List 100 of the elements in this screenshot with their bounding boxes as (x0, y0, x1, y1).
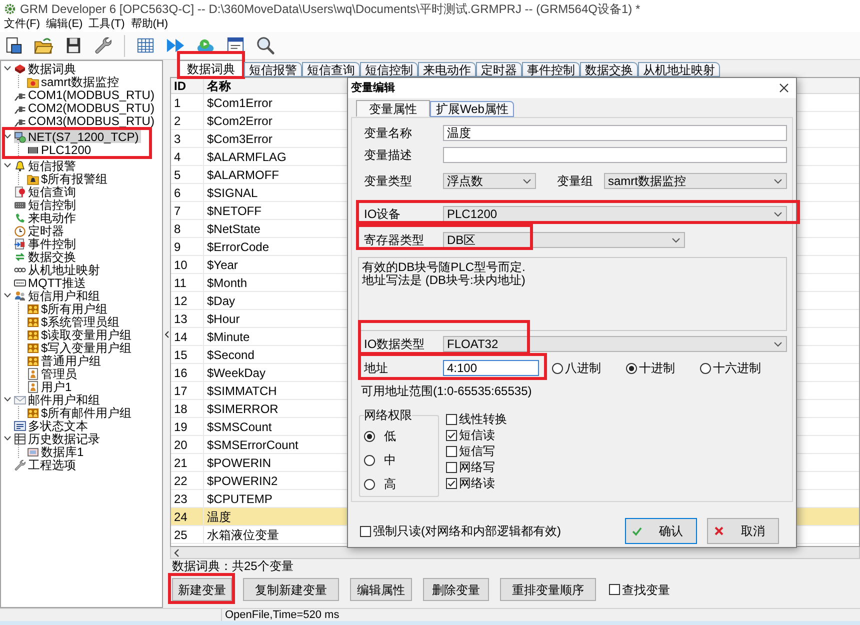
text-field[interactable]: 4:100 (443, 360, 539, 376)
tab[interactable]: 短信报警 (244, 62, 302, 77)
checkbox-option[interactable]: 查找变量 (609, 578, 670, 601)
menu-item[interactable]: 文件(F) (4, 19, 40, 30)
radio-option[interactable]: 八进制 (552, 362, 626, 374)
grid-icon[interactable] (136, 36, 155, 55)
tab[interactable]: 短信查询 (302, 62, 360, 77)
tab[interactable]: 事件控制 (522, 62, 580, 77)
tree-item[interactable]: 数据词典 (14, 62, 78, 75)
tree-item[interactable]: $所有邮件用户组 (27, 406, 134, 419)
tab[interactable]: 扩展Web属性 (430, 101, 514, 117)
tab[interactable]: 从机地址映射 (638, 62, 720, 77)
open-folder-icon[interactable] (34, 36, 53, 55)
chevron-left-icon[interactable] (174, 548, 179, 556)
tree-item[interactable]: 短信报警 (14, 159, 78, 172)
menu-item[interactable]: 工具(T) (88, 19, 125, 30)
column-header[interactable]: 名称 (204, 78, 344, 93)
dropdown[interactable]: 浮点数 (443, 173, 536, 189)
tree-item[interactable]: 来电动作 (14, 211, 78, 224)
horizontal-scrollbar[interactable] (170, 547, 860, 559)
table-cell-text: $SIGNAL (206, 184, 259, 201)
tree-item[interactable]: 用户1 (27, 380, 74, 393)
radio-option[interactable]: 十进制 (626, 362, 700, 374)
checkbox-option[interactable]: 线性转换 (446, 411, 507, 427)
search-icon[interactable] (256, 36, 275, 55)
tree-item[interactable]: 短信用户和组 (14, 289, 102, 302)
tree-item[interactable]: $系统管理员组 (27, 315, 122, 328)
checkbox-option[interactable]: 短信写 (446, 443, 495, 459)
tab[interactable]: 数据交换 (580, 62, 638, 77)
expand-caret-icon[interactable] (4, 66, 11, 71)
toolbar-button[interactable]: 编辑属性 (350, 578, 412, 601)
radio-option[interactable]: 低 (364, 428, 396, 444)
tab[interactable]: 变量属性 (356, 100, 430, 117)
new-file-icon[interactable] (4, 36, 23, 55)
dropdown[interactable]: samrt数据监控 (604, 173, 787, 189)
tree-item[interactable]: 事件控制 (14, 237, 78, 250)
dropdown[interactable]: FLOAT32 (443, 336, 787, 352)
tree-item[interactable]: 管理员 (27, 367, 79, 380)
table-cell-text: 温度 (206, 508, 232, 525)
radio-option[interactable]: 高 (364, 476, 396, 492)
tree-item[interactable]: MQTT推送 (14, 276, 88, 289)
table-cell-text: $WeekDay (206, 364, 266, 381)
tree-item[interactable]: COM3(MODBUS_RTU) (14, 114, 156, 127)
tree-item[interactable]: 历史数据记录 (14, 432, 102, 445)
checkbox-option[interactable]: 强制只读(对网络和内部逻辑都有效) (360, 525, 561, 537)
expand-caret-icon[interactable] (4, 134, 11, 139)
tree-item[interactable]: 短信查询 (14, 185, 78, 198)
dropdown[interactable]: DB区 (443, 232, 685, 248)
tree-item[interactable]: samrt数据监控 (27, 75, 121, 88)
tab[interactable]: 短信控制 (360, 62, 418, 77)
menu-item[interactable]: 编辑(E) (46, 19, 83, 30)
tree-item[interactable]: NET(S7_1200_TCP) (14, 130, 141, 143)
window-title: GRM Developer 6 [OPC563Q-C] -- D:\360MoveData\Users\wq\Documents\平时测试.GRMPRJ -- (GRM564Q设备1) * (20, 2, 640, 14)
text-field[interactable]: 温度 (443, 125, 787, 141)
table-cell-text: $SIMERROR (206, 400, 280, 417)
tree-item[interactable]: $读取变量用户组 (27, 328, 134, 341)
expand-caret-icon[interactable] (4, 163, 11, 168)
tree-item[interactable]: 数据库1 (27, 445, 86, 458)
checkbox-option[interactable]: 网络读 (446, 475, 495, 491)
radio-option[interactable]: 十六进制 (700, 362, 774, 374)
expand-caret-icon[interactable] (4, 293, 11, 298)
expand-caret-icon[interactable] (4, 397, 11, 402)
toolbar-button[interactable]: 新建变量 (172, 578, 232, 601)
tree-item[interactable]: 数据交换 (14, 250, 78, 263)
users-icon (14, 290, 26, 302)
wrench-icon[interactable] (94, 36, 113, 55)
toolbar-button[interactable]: 删除变量 (423, 578, 489, 601)
text-field[interactable] (443, 147, 787, 163)
tree-item[interactable]: 从机地址映射 (14, 263, 102, 276)
tree-item[interactable]: $所有用户组 (27, 302, 110, 315)
tree-item[interactable]: $写入变量用户组 (27, 341, 134, 354)
tree-item[interactable]: COM1(MODBUS_RTU) (14, 88, 156, 101)
toolbar-button[interactable]: 重排变量顺序 (500, 578, 596, 601)
cancel-button[interactable]: 取消 (707, 518, 779, 544)
expand-caret-icon[interactable] (4, 436, 11, 441)
toolbar-button[interactable]: 复制新建变量 (243, 578, 339, 601)
table-cell-text: 水箱液位变量 (206, 526, 280, 543)
tree-item[interactable]: 普通用户组 (27, 354, 103, 367)
tree-item[interactable]: 定时器 (14, 224, 66, 237)
radio-option[interactable]: 中 (364, 452, 396, 468)
chevron-down-icon (672, 238, 680, 242)
tree-item[interactable]: 工程选项 (14, 458, 78, 471)
tab[interactable]: 定时器 (476, 62, 522, 77)
close-icon[interactable] (779, 83, 789, 93)
menu-item[interactable]: 帮助(H) (130, 19, 168, 30)
tree-item[interactable]: 短信控制 (14, 198, 78, 211)
column-header[interactable]: ID (171, 78, 204, 93)
tree-item[interactable]: 多状态文本 (14, 419, 90, 432)
tree-item[interactable]: 邮件用户和组 (14, 393, 102, 406)
tree-item[interactable]: PLC1200 (27, 143, 94, 156)
tree-item[interactable]: COM2(MODBUS_RTU) (14, 101, 156, 114)
checkbox-option[interactable]: 网络写 (446, 459, 495, 475)
tree-item[interactable]: $所有报警组 (27, 172, 110, 185)
fast-forward-icon[interactable] (166, 36, 185, 55)
user-icon (27, 368, 39, 380)
dropdown[interactable]: PLC1200 (443, 206, 787, 222)
ok-button[interactable]: 确认 (625, 518, 697, 544)
tab[interactable]: 来电动作 (418, 62, 476, 77)
table-cell-text: $Month (206, 274, 248, 291)
checkbox-option[interactable]: 短信读 (446, 427, 495, 443)
